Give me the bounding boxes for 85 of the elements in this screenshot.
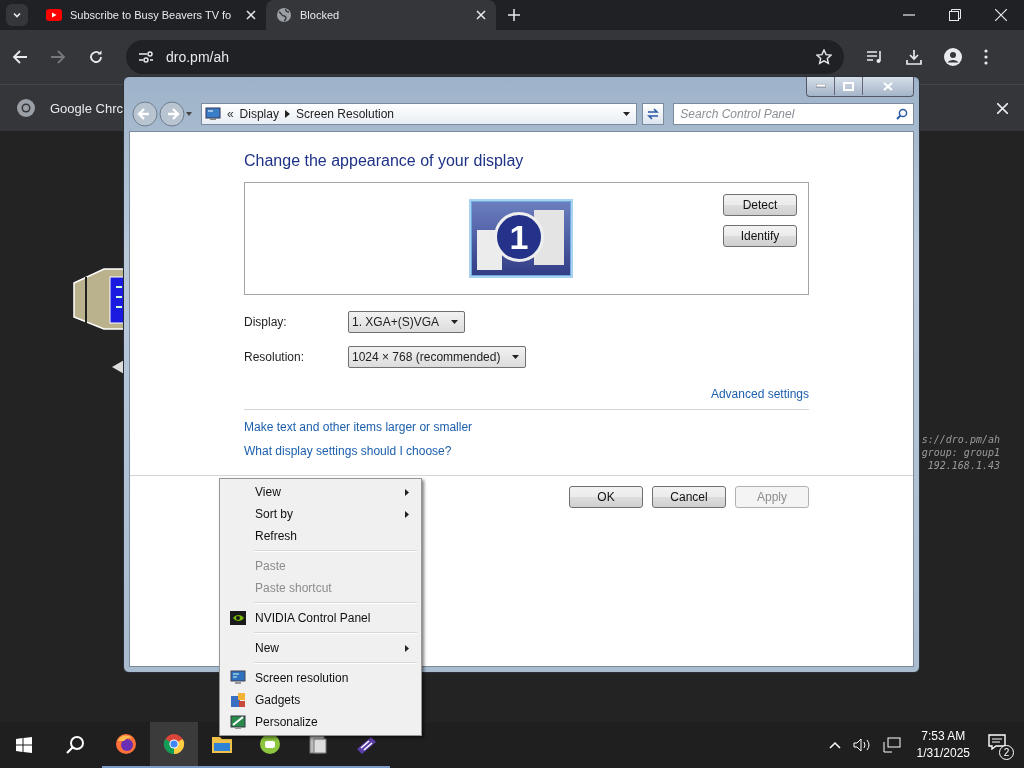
close-icon[interactable] xyxy=(997,102,1008,114)
maximize-icon xyxy=(843,81,854,91)
help-link[interactable]: What display settings should I choose? xyxy=(244,444,452,458)
fox-globe-icon xyxy=(115,733,137,755)
menu-item[interactable]: Personalize xyxy=(222,711,419,733)
restore-icon[interactable] xyxy=(949,9,961,21)
overflow-chevron[interactable]: « xyxy=(226,107,234,121)
breadcrumb-item[interactable]: Display xyxy=(239,107,279,121)
chevron-icon xyxy=(284,110,290,118)
monitor-icon xyxy=(230,670,246,686)
reload-icon[interactable] xyxy=(88,49,104,65)
close-icon[interactable] xyxy=(995,9,1007,21)
overlay-text-line: 192.168.1.43 xyxy=(927,459,1000,472)
dialog-button[interactable]: Identify xyxy=(723,225,797,247)
monitor-tile[interactable]: 1 xyxy=(471,201,571,276)
dropdown[interactable]: 1024 × 768 (recommended) xyxy=(348,346,527,368)
caret-icon xyxy=(512,355,520,359)
refresh-button[interactable] xyxy=(642,103,665,125)
dialog-button[interactable]: OK xyxy=(569,486,643,508)
maximize-button[interactable] xyxy=(835,77,863,95)
control-panel-icon xyxy=(204,107,221,121)
overlay-text-line: group: group1 xyxy=(921,446,1000,459)
new-tab-icon[interactable] xyxy=(508,9,520,21)
tab-search-button[interactable] xyxy=(6,4,28,26)
profile-icon[interactable] xyxy=(944,48,962,66)
notification-button[interactable]: 2 xyxy=(984,730,1014,760)
app-icon xyxy=(307,733,329,755)
search-icon[interactable] xyxy=(65,735,85,755)
menu-item[interactable]: New xyxy=(222,637,419,659)
globe-icon xyxy=(276,7,292,23)
field-label: Resolution: xyxy=(244,350,306,364)
personalize-icon xyxy=(230,714,246,730)
address-bar[interactable]: dro.pm/ah xyxy=(126,40,844,74)
menu-item[interactable]: Gadgets xyxy=(222,689,419,711)
forward-button[interactable] xyxy=(158,101,185,127)
back-icon[interactable] xyxy=(12,49,28,65)
minimize-button[interactable] xyxy=(807,77,835,95)
browser-tab[interactable]: Blocked xyxy=(266,0,496,30)
menu-item[interactable]: View xyxy=(222,481,419,503)
caret-icon xyxy=(451,320,459,324)
close-icon xyxy=(883,81,893,91)
menu-item[interactable]: Screen resolution xyxy=(222,667,419,689)
close-icon[interactable] xyxy=(476,10,486,20)
download-icon[interactable] xyxy=(906,49,922,65)
star-icon[interactable] xyxy=(816,49,832,65)
gadgets-icon xyxy=(230,692,246,708)
page-heading: Change the appearance of your display xyxy=(244,152,525,170)
search-icon[interactable] xyxy=(896,108,908,120)
volume-icon[interactable] xyxy=(852,738,871,752)
search-field[interactable]: Search Control Panel xyxy=(673,103,914,125)
menu-item[interactable]: Sort by xyxy=(222,503,419,525)
forward-icon[interactable] xyxy=(50,49,66,65)
taskbar-app[interactable] xyxy=(150,722,198,768)
close-icon[interactable] xyxy=(246,10,256,20)
start-icon[interactable] xyxy=(16,737,32,753)
overlay-text-line: s://dro.pm/ah xyxy=(921,433,1000,446)
app-icon xyxy=(259,733,281,755)
infobar-text: Google Chrc xyxy=(50,100,123,116)
dialog-button[interactable]: Detect xyxy=(723,194,797,216)
browser-icon xyxy=(163,733,185,755)
menu-item[interactable]: Refresh xyxy=(222,525,419,547)
folder-icon xyxy=(211,734,233,754)
field-label: Display: xyxy=(244,315,288,329)
dropdown[interactable]: 1. XGA+(S)VGA xyxy=(348,311,466,333)
chrome-logo-icon xyxy=(16,98,36,118)
nvidia-icon xyxy=(230,611,246,625)
breadcrumb-bar[interactable]: « Display Screen Resolution xyxy=(200,103,638,125)
menu-icon[interactable] xyxy=(984,49,988,65)
notification-count: 2 xyxy=(999,745,1014,760)
media-icon[interactable] xyxy=(866,49,884,65)
message-icon xyxy=(988,734,1006,750)
network-icon[interactable] xyxy=(882,737,901,753)
breadcrumb-item[interactable]: Screen Resolution xyxy=(295,107,395,121)
clock[interactable]: 7:53 AM 1/31/2025 xyxy=(916,728,970,762)
caret-icon[interactable] xyxy=(623,112,631,116)
browser-tab[interactable]: Subscribe to Busy Beavers TV fo xyxy=(36,0,266,30)
menu-item[interactable]: NVIDIA Control Panel xyxy=(222,607,419,629)
advanced-settings-link[interactable]: Advanced settings xyxy=(710,387,809,401)
dialog-button[interactable]: Cancel xyxy=(652,486,726,508)
site-settings-icon[interactable] xyxy=(138,50,154,64)
refresh-icon xyxy=(646,108,661,120)
help-link[interactable]: Make text and other items larger or smaller xyxy=(244,420,473,434)
chevron-up-icon[interactable] xyxy=(828,741,841,749)
play-icon xyxy=(46,9,62,21)
back-button[interactable] xyxy=(132,101,158,127)
